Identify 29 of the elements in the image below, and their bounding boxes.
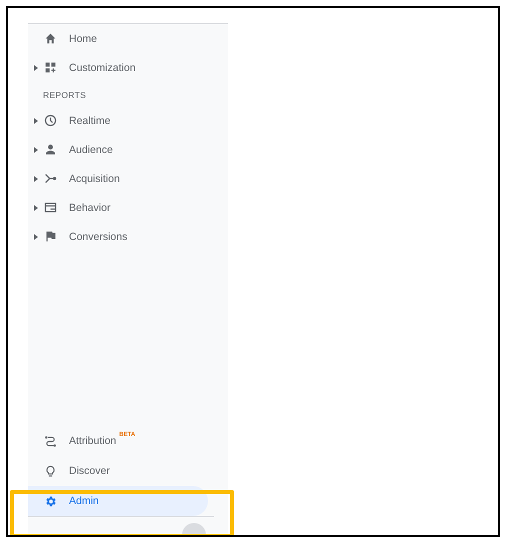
nav-label: Admin	[69, 495, 99, 507]
nav-item[interactable]: Discover	[28, 456, 208, 486]
merge-icon	[44, 172, 57, 185]
nav-label: Home	[69, 32, 98, 44]
nav-label: Conversions	[69, 230, 128, 242]
nav-item[interactable]: Home	[28, 24, 228, 53]
route-icon	[44, 434, 57, 448]
nav-label: Behavior	[69, 202, 110, 214]
nav-item[interactable]: Audience	[28, 135, 228, 164]
nav-item[interactable]: Realtime	[28, 106, 228, 135]
nav-label: Audience	[69, 144, 113, 156]
nav-label: Attribution	[69, 435, 116, 447]
browser-window-icon	[44, 201, 57, 214]
nav-item[interactable]: Customization	[28, 53, 228, 82]
nav-item[interactable]: Behavior	[28, 193, 228, 222]
nav-item[interactable]: Acquisition	[28, 164, 228, 193]
home-icon	[44, 32, 57, 45]
person-icon	[44, 143, 57, 156]
clock-icon	[44, 114, 57, 127]
nav-label: Customization	[69, 62, 136, 74]
nav-label: Realtime	[69, 114, 110, 126]
lightbulb-icon	[44, 464, 57, 478]
dashboard-icon	[44, 61, 57, 74]
section-heading: REPORTS	[42, 89, 88, 102]
settings-icon	[44, 494, 57, 508]
nav-item[interactable]: Conversions	[28, 222, 228, 251]
nav-label: Discover	[69, 465, 110, 477]
nav-label: Acquisition	[69, 172, 120, 184]
flag-icon	[44, 230, 57, 243]
